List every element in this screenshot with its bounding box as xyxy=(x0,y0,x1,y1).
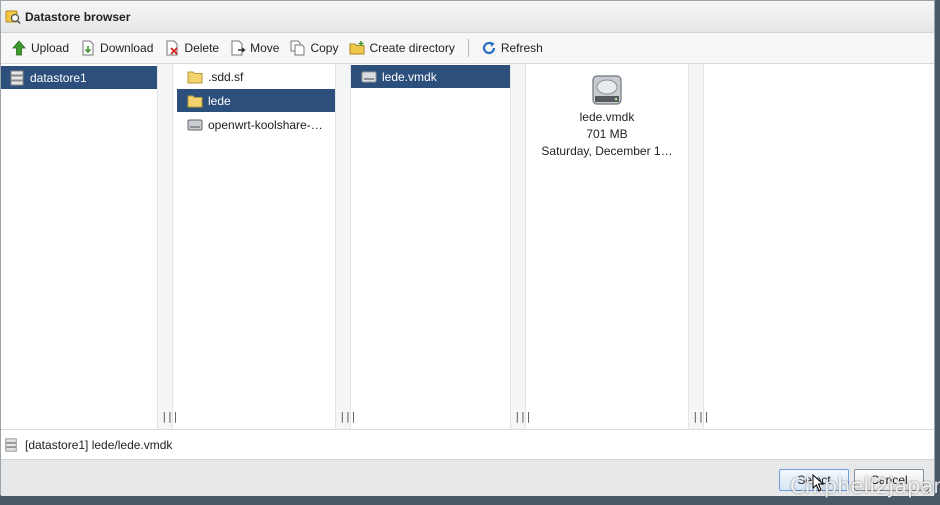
dialog-title: Datastore browser xyxy=(25,9,131,24)
file-details-pane: lede.vmdk 701 MB Saturday, December 1… xyxy=(526,64,688,429)
mouse-pointer-icon xyxy=(812,474,825,492)
upload-label: Upload xyxy=(31,41,70,55)
empty-pane xyxy=(704,64,936,429)
refresh-icon xyxy=(482,41,495,55)
create-directory-button[interactable]: Create directory xyxy=(345,37,458,59)
detail-date: Saturday, December 1… xyxy=(541,144,673,158)
move-button[interactable]: Move xyxy=(226,37,283,59)
refresh-button[interactable]: Refresh xyxy=(477,37,547,59)
path-bar: [datastore1] lede/lede.vmdk xyxy=(1,429,934,459)
selected-path: [datastore1] lede/lede.vmdk xyxy=(25,437,173,452)
upload-arrow-icon xyxy=(12,40,26,56)
detail-size: 701 MB xyxy=(586,127,628,141)
delete-file-icon xyxy=(166,40,179,56)
delete-label: Delete xyxy=(184,41,220,55)
delete-button[interactable]: Delete xyxy=(160,37,223,59)
upload-button[interactable]: Upload xyxy=(7,37,73,59)
list-item-label: lede.vmdk xyxy=(382,69,437,84)
download-button[interactable]: Download xyxy=(76,37,157,59)
list-item-sdd-sf[interactable]: .sdd.sf xyxy=(177,65,335,88)
move-file-icon xyxy=(231,40,246,56)
list-item-label: lede xyxy=(208,93,231,108)
copy-icon xyxy=(290,40,305,56)
disk-icon xyxy=(187,119,203,130)
datastore-browser-dialog: Datastore browser Upload Download Delete xyxy=(0,0,935,496)
file-pane: lede.vmdk xyxy=(351,64,510,429)
copy-button[interactable]: Copy xyxy=(286,37,342,59)
list-item-label: datastore1 xyxy=(30,70,87,85)
folder-icon xyxy=(187,95,203,107)
pane-resize-handle[interactable]: ||| xyxy=(510,64,532,429)
move-label: Move xyxy=(250,41,280,55)
download-label: Download xyxy=(100,41,154,55)
list-item-label: .sdd.sf xyxy=(208,69,244,84)
hard-disk-icon xyxy=(592,75,622,105)
new-folder-icon xyxy=(349,41,365,55)
pane-resize-handle[interactable]: ||| xyxy=(688,64,710,429)
datastore-pane: datastore1 xyxy=(1,64,157,429)
detail-name: lede.vmdk xyxy=(579,110,635,124)
list-item-openwrt[interactable]: openwrt-koolshare-… xyxy=(177,113,335,136)
folder-icon xyxy=(187,71,203,83)
folder-pane: .sdd.sf lede openwrt-koolshare-… xyxy=(173,64,335,429)
refresh-label: Refresh xyxy=(500,41,543,55)
datastore-icon xyxy=(10,70,24,85)
copy-label: Copy xyxy=(310,41,339,55)
datastore-search-icon xyxy=(5,10,21,24)
browser-panes: datastore1 ||| .sdd.sf lede openwrt-kool… xyxy=(1,64,934,429)
list-item-lede[interactable]: lede xyxy=(177,89,335,112)
list-item-label: openwrt-koolshare-… xyxy=(208,117,323,132)
datastore-icon xyxy=(5,437,17,452)
list-item-datastore1[interactable]: datastore1 xyxy=(1,66,157,89)
toolbar: Upload Download Delete Move Copy Create … xyxy=(1,33,934,64)
toolbar-divider xyxy=(467,39,469,57)
title-bar: Datastore browser xyxy=(1,1,934,33)
disk-icon xyxy=(361,71,377,82)
download-file-icon xyxy=(82,40,94,56)
list-item-lede-vmdk[interactable]: lede.vmdk xyxy=(351,65,510,88)
pane-resize-handle[interactable]: ||| xyxy=(335,64,357,429)
create-directory-label: Create directory xyxy=(369,41,455,55)
pane-resize-handle[interactable]: ||| xyxy=(157,64,179,429)
